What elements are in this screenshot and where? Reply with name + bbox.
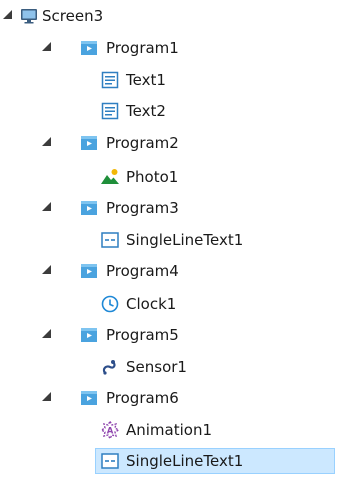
photo-icon [101, 168, 119, 186]
animation-icon: A [101, 421, 119, 439]
expand-collapse-toggle[interactable] [42, 202, 51, 211]
program-icon [80, 389, 98, 407]
tree-node-label: SingleLineText1 [126, 231, 244, 249]
screen-icon [20, 7, 38, 25]
tree-node-label: Program3 [106, 199, 179, 217]
tree-node-label: Screen3 [42, 7, 104, 25]
single-line-text-icon [101, 231, 119, 249]
clock-icon [101, 295, 119, 313]
tree-node-label: Animation1 [126, 421, 213, 439]
expand-collapse-toggle[interactable] [3, 10, 12, 19]
tree-node-label: Program2 [106, 134, 179, 152]
program-icon [80, 262, 98, 280]
expand-collapse-toggle[interactable] [42, 42, 51, 51]
tree-node-label: Text1 [126, 71, 166, 89]
tree-node-label: SingleLineText1 [126, 452, 244, 470]
expand-collapse-toggle[interactable] [42, 265, 51, 274]
text-icon [101, 102, 119, 120]
text-icon [101, 71, 119, 89]
sensor-icon [101, 358, 119, 376]
tree-node-label: Program5 [106, 326, 179, 344]
program-icon [80, 39, 98, 57]
tree-node-label: Program1 [106, 39, 179, 57]
tree-node-label: Text2 [126, 102, 166, 120]
single-line-text-icon [101, 452, 119, 470]
program-icon [80, 134, 98, 152]
svg-text:A: A [107, 426, 114, 436]
tree-node-label: Sensor1 [126, 358, 187, 376]
expand-collapse-toggle[interactable] [42, 137, 51, 146]
tree-node-label: Clock1 [126, 295, 177, 313]
expand-collapse-toggle[interactable] [42, 329, 51, 338]
tree-node-label: Program6 [106, 389, 179, 407]
tree-node-label: Program4 [106, 262, 179, 280]
component-tree: Screen3 Program1 Text1 Text2 Program2 Ph… [0, 0, 337, 478]
program-icon [80, 199, 98, 217]
tree-node-label: Photo1 [126, 168, 179, 186]
expand-collapse-toggle[interactable] [42, 392, 51, 401]
program-icon [80, 326, 98, 344]
